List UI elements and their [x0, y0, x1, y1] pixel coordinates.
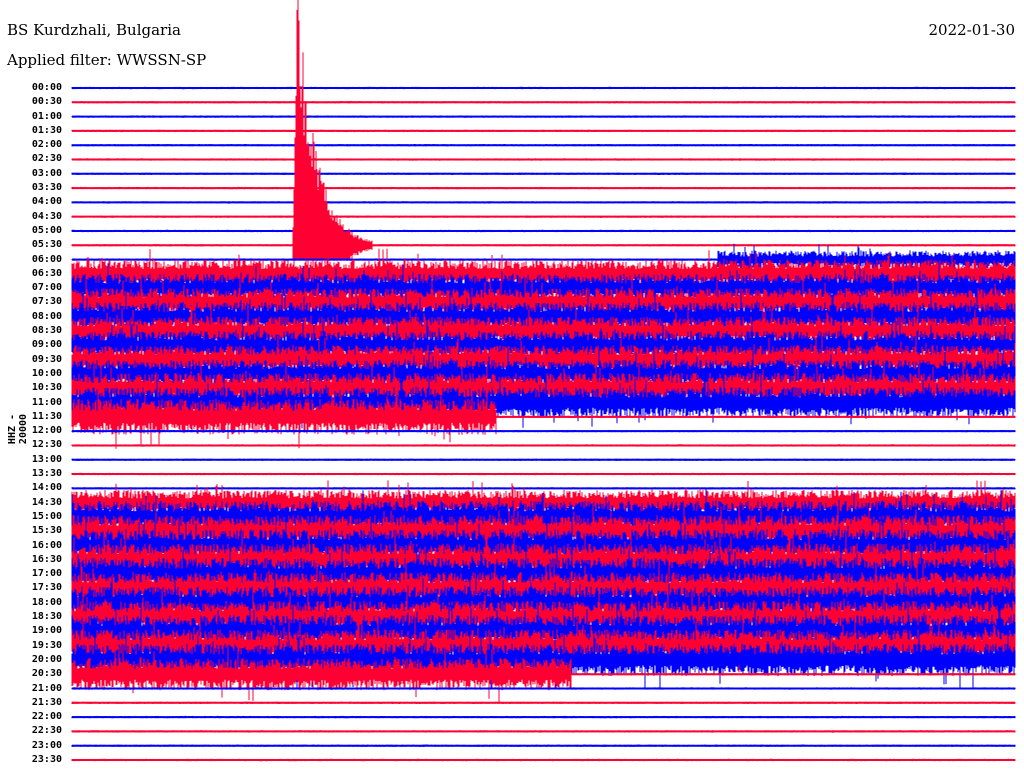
helicorder-plot — [71, 0, 1016, 762]
trace-row-0530 — [71, 0, 1016, 260]
trace-row-0000 — [71, 86, 1016, 90]
